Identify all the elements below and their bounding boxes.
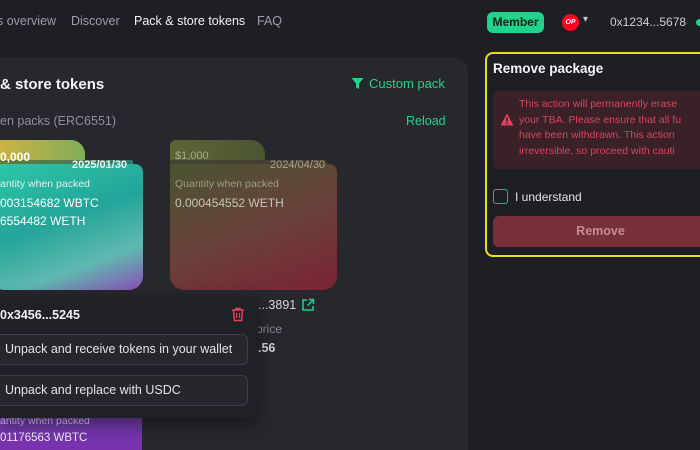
- token-quantity: 01176563 WBTC: [0, 432, 88, 444]
- menu-pack-address: 0x3456...5245: [0, 308, 80, 322]
- pack-actions-menu: 0x3456...5245 Unpack and receive tokens …: [0, 296, 258, 418]
- quantity-label: Quantity when packed: [175, 178, 279, 190]
- quantity-label: antity when packed: [0, 178, 90, 190]
- understand-label[interactable]: I understand: [515, 190, 582, 204]
- member-badge[interactable]: Member: [487, 12, 544, 33]
- token-quantity: 003154682 WBTC: [0, 196, 99, 210]
- pack-address: ...3891: [258, 298, 297, 312]
- warning-icon: [500, 113, 514, 126]
- nav-item-discover[interactable]: Discover: [71, 14, 120, 28]
- understand-checkbox[interactable]: [493, 189, 508, 204]
- nav-item-pack-store[interactable]: Pack & store tokens: [134, 14, 245, 28]
- warning-line: have been withdrawn. This action: [519, 129, 675, 141]
- nav-item-faq[interactable]: FAQ: [257, 14, 282, 28]
- unpack-replace-usdc-button[interactable]: Unpack and replace with USDC: [0, 375, 248, 406]
- section-label: en packs (ERC6551): [0, 114, 117, 128]
- warning-line: your TBA. Please ensure that all fu: [519, 113, 682, 126]
- pack-date: 2024/04/30: [270, 159, 326, 171]
- custom-pack-button[interactable]: Custom pack: [351, 76, 445, 91]
- warning-line: This action will permanently erase: [519, 98, 678, 110]
- external-link-icon[interactable]: [301, 298, 315, 312]
- top-nav: s overview Discover Pack & store tokens …: [0, 0, 700, 44]
- page-title: & store tokens: [0, 76, 105, 93]
- token-quantity: 6554482 WETH: [0, 214, 86, 228]
- warning-line: irreversible, so proceed with cauti: [519, 144, 675, 157]
- custom-pack-label: Custom pack: [369, 76, 445, 91]
- warning-text: This action will permanently erase your …: [519, 97, 700, 159]
- warning-box: This action will permanently erase your …: [493, 91, 700, 169]
- pack-value: $1,000: [175, 150, 209, 162]
- connection-status-icon: [696, 19, 700, 26]
- filter-icon: [351, 78, 364, 89]
- wallet-address[interactable]: 0x1234...5678: [610, 15, 686, 29]
- unpack-receive-button[interactable]: Unpack and receive tokens in your wallet: [0, 334, 248, 365]
- pack-date: 2025/01/30: [72, 159, 128, 171]
- network-logo-icon[interactable]: OP: [562, 14, 579, 31]
- remove-package-title: Remove package: [493, 61, 604, 76]
- remove-package-panel: Remove package This action will permanen…: [485, 52, 700, 257]
- price-label: price: [256, 322, 283, 336]
- token-quantity: 0.000454552 WETH: [175, 196, 284, 210]
- reload-button[interactable]: Reload: [406, 114, 446, 128]
- nav-item-overview[interactable]: s overview: [0, 14, 56, 28]
- pack-price: .56: [258, 341, 276, 355]
- pack-value: 0,000: [0, 150, 31, 164]
- chevron-down-icon[interactable]: ▾: [583, 14, 588, 25]
- remove-button[interactable]: Remove: [493, 216, 700, 247]
- trash-icon[interactable]: [231, 307, 245, 322]
